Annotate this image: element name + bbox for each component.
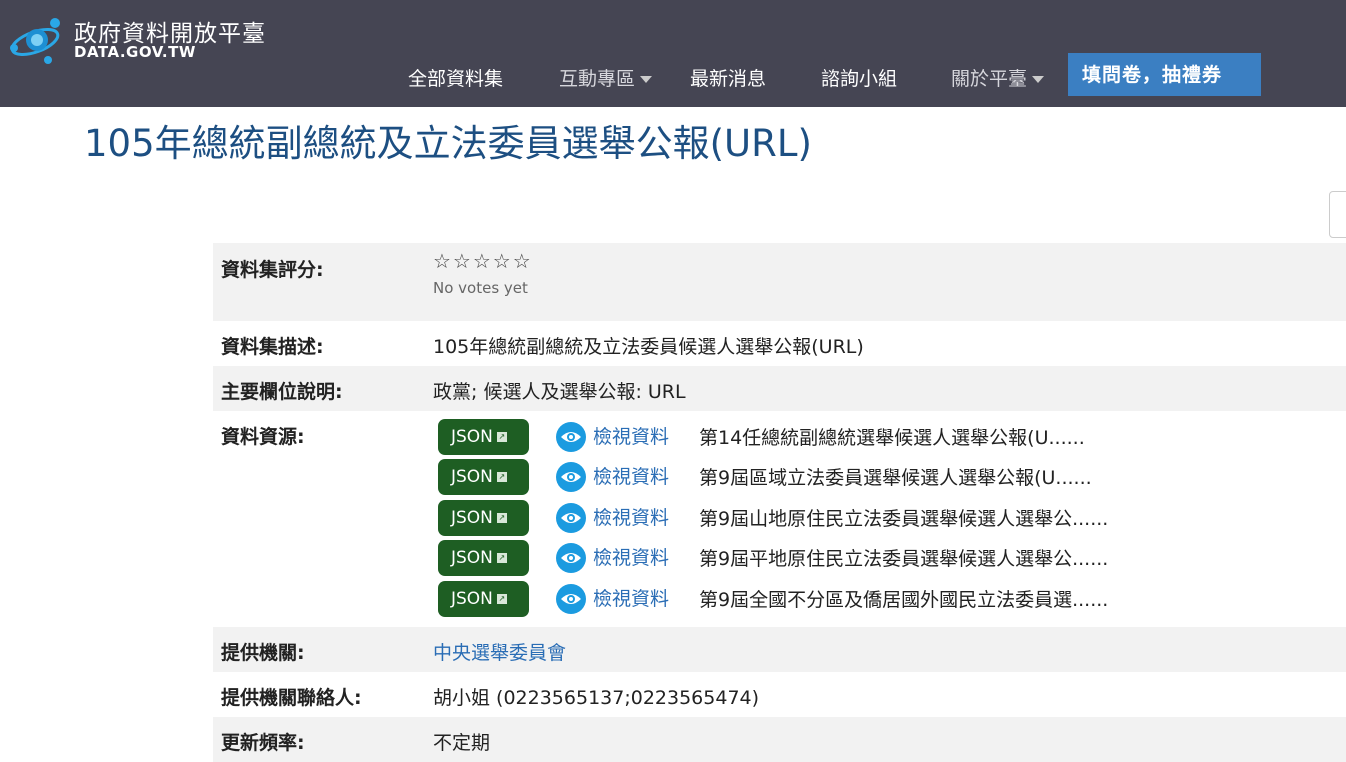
caret-down-icon bbox=[640, 76, 653, 83]
eye-icon[interactable] bbox=[556, 503, 586, 533]
fields-row: 主要欄位說明: 政黨; 候選人及選舉公報: URL bbox=[213, 366, 1346, 411]
json-download-button[interactable]: JSON ↗ bbox=[438, 581, 529, 617]
caret-down-icon bbox=[1032, 76, 1045, 83]
resource-name: 第9屆區域立法委員選舉候選人選舉公報(U...... bbox=[699, 467, 1092, 489]
nav-interactive-label: 互動專區 bbox=[559, 68, 636, 90]
external-link-icon: ↗ bbox=[496, 594, 507, 604]
contact-value: 胡小姐 (0223565137;0223565474) bbox=[433, 687, 760, 709]
resource-item: JSON ↗ 檢視資料 第9屆山地原住民立法委員選舉候選人選舉公...... bbox=[438, 500, 1338, 536]
description-row: 資料集描述: 105年總統副總統及立法委員候選人選舉公報(URL) bbox=[213, 321, 1346, 366]
site-subtitle[interactable]: DATA.GOV.TW bbox=[74, 43, 196, 61]
resource-name: 第14任總統副總統選舉候選人選舉公報(U...... bbox=[699, 427, 1085, 449]
json-download-button[interactable]: JSON ↗ bbox=[438, 459, 529, 495]
resources-row: 資料資源: JSON ↗ 檢視資料 第14任總統副總統選舉候選人選舉公報(U...… bbox=[213, 411, 1346, 627]
nav-news[interactable]: 最新消息 bbox=[690, 64, 766, 91]
nav-about-label: 關於平臺 bbox=[951, 68, 1028, 90]
resource-item: JSON ↗ 檢視資料 第9屆全國不分區及僑居國外國民立法委員選...... bbox=[438, 581, 1338, 617]
json-download-button[interactable]: JSON ↗ bbox=[438, 500, 529, 536]
rating-text: No votes yet bbox=[433, 279, 528, 297]
nav-all-datasets-label: 全部資料集 bbox=[408, 68, 504, 90]
fields-value: 政黨; 候選人及選舉公報: URL bbox=[433, 381, 686, 403]
logo-icon[interactable] bbox=[8, 14, 66, 66]
nav-advisory[interactable]: 諮詢小組 bbox=[821, 64, 897, 91]
contact-row: 提供機關聯絡人: 胡小姐 (0223565137;0223565474) bbox=[213, 672, 1346, 717]
page-title: 105年總統副總統及立法委員選舉公報(URL) bbox=[84, 122, 812, 165]
site-header: 政府資料開放平臺 DATA.GOV.TW 全部資料集 互動專區 最新消息 諮詢小… bbox=[0, 0, 1346, 107]
resource-name: 第9屆山地原住民立法委員選舉候選人選舉公...... bbox=[699, 508, 1109, 530]
nav-about[interactable]: 關於平臺 bbox=[951, 64, 1045, 91]
json-download-button[interactable]: JSON ↗ bbox=[438, 540, 529, 576]
resource-name: 第9屆全國不分區及僑居國外國民立法委員選...... bbox=[699, 589, 1109, 611]
fields-label: 主要欄位說明: bbox=[221, 381, 343, 403]
dataset-details: 資料集評分: ☆☆☆☆☆ No votes yet 資料集描述: 105年總統副… bbox=[213, 243, 1346, 762]
nav-all-datasets[interactable]: 全部資料集 bbox=[408, 64, 503, 91]
survey-button[interactable]: 填問卷，抽禮券 bbox=[1068, 53, 1261, 96]
resource-item: JSON ↗ 檢視資料 第14任總統副總統選舉候選人選舉公報(U...... bbox=[438, 419, 1338, 455]
contact-label: 提供機關聯絡人: bbox=[221, 687, 362, 709]
resource-name: 第9屆平地原住民立法委員選舉候選人選舉公...... bbox=[699, 548, 1109, 570]
eye-icon[interactable] bbox=[556, 543, 586, 573]
view-data-link[interactable]: 檢視資料 bbox=[593, 543, 669, 570]
view-data-link[interactable]: 檢視資料 bbox=[593, 422, 669, 449]
json-format-label: JSON bbox=[451, 508, 493, 528]
external-link-icon: ↗ bbox=[496, 513, 507, 523]
eye-icon[interactable] bbox=[556, 584, 586, 614]
resources-label: 資料資源: bbox=[221, 426, 305, 448]
nav-news-label: 最新消息 bbox=[690, 68, 767, 90]
description-label: 資料集描述: bbox=[221, 336, 324, 358]
json-format-label: JSON bbox=[451, 589, 493, 609]
rating-row: 資料集評分: ☆☆☆☆☆ No votes yet bbox=[213, 243, 1346, 321]
json-format-label: JSON bbox=[451, 548, 493, 568]
provider-row: 提供機關: 中央選舉委員會 bbox=[213, 627, 1346, 672]
json-format-label: JSON bbox=[451, 467, 493, 487]
view-data-link[interactable]: 檢視資料 bbox=[593, 503, 669, 530]
provider-link[interactable]: 中央選舉委員會 bbox=[433, 638, 566, 665]
view-data-link[interactable]: 檢視資料 bbox=[593, 462, 669, 489]
description-value: 105年總統副總統及立法委員候選人選舉公報(URL) bbox=[433, 336, 864, 358]
resource-item: JSON ↗ 檢視資料 第9屆區域立法委員選舉候選人選舉公報(U...... bbox=[438, 459, 1338, 495]
star-icon[interactable]: ☆☆☆☆☆ bbox=[433, 249, 533, 273]
eye-icon[interactable] bbox=[556, 462, 586, 492]
view-data-link[interactable]: 檢視資料 bbox=[593, 584, 669, 611]
frequency-value: 不定期 bbox=[433, 732, 491, 754]
frequency-row: 更新頻率: 不定期 bbox=[213, 717, 1346, 762]
external-link-icon: ↗ bbox=[496, 472, 507, 482]
nav-advisory-label: 諮詢小組 bbox=[821, 68, 898, 90]
eye-icon[interactable] bbox=[556, 422, 586, 452]
external-link-icon: ↗ bbox=[496, 432, 507, 442]
json-format-label: JSON bbox=[451, 427, 493, 447]
resource-item: JSON ↗ 檢視資料 第9屆平地原住民立法委員選舉候選人選舉公...... bbox=[438, 540, 1338, 576]
nav-interactive[interactable]: 互動專區 bbox=[559, 64, 653, 91]
json-download-button[interactable]: JSON ↗ bbox=[438, 419, 529, 455]
side-widget-button[interactable] bbox=[1329, 191, 1346, 238]
external-link-icon: ↗ bbox=[496, 553, 507, 563]
provider-label: 提供機關: bbox=[221, 642, 305, 664]
rating-label: 資料集評分: bbox=[221, 259, 324, 281]
frequency-label: 更新頻率: bbox=[221, 732, 305, 754]
